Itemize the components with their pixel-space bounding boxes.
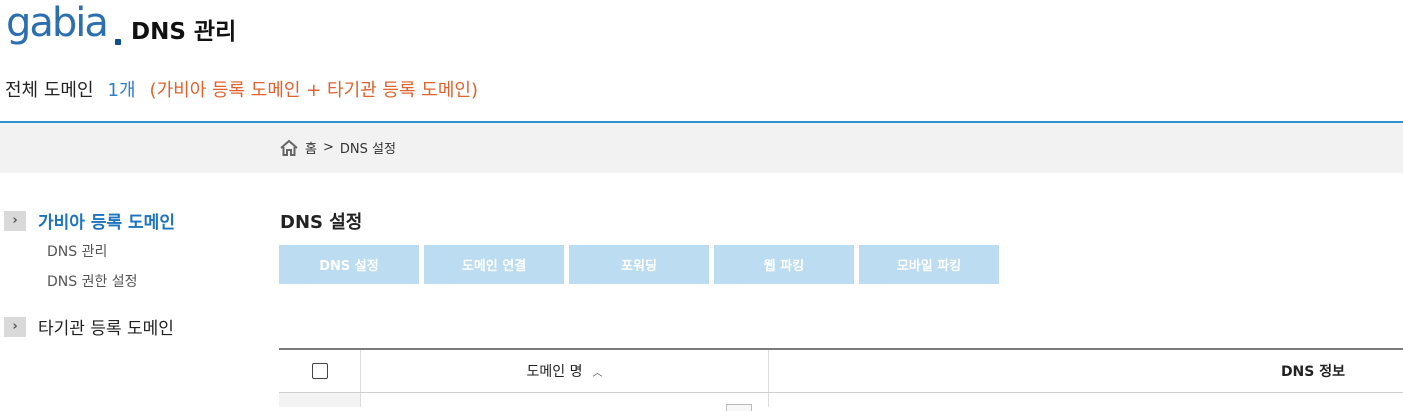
tab-web-parking[interactable]: 웹 파킹 xyxy=(714,245,854,284)
table-row xyxy=(279,393,1403,411)
breadcrumb-current: DNS 설정 xyxy=(339,142,396,157)
sidebar-item-label: 가비아 등록 도메인 xyxy=(38,213,175,233)
breadcrumb: 홈 > DNS 설정 xyxy=(279,138,396,157)
column-domain-name[interactable]: 도메인 명 ︿ xyxy=(361,350,769,392)
select-all-checkbox[interactable] xyxy=(311,363,328,379)
column-label: DNS 정보 xyxy=(1280,364,1345,380)
sidebar-item-other-domains[interactable]: › 타기관 등록 도메인 xyxy=(4,314,175,339)
logo-text: gabia xyxy=(6,0,109,46)
tab-forwarding[interactable]: 포워딩 xyxy=(569,245,709,284)
section-title: DNS 설정 xyxy=(280,212,363,233)
sidebar-subitem-dns-manage[interactable]: DNS 관리 xyxy=(47,241,175,261)
breadcrumb-separator: > xyxy=(322,140,334,155)
sidebar-subitem-dns-permission[interactable]: DNS 권한 설정 xyxy=(47,271,175,291)
row-domain-cell xyxy=(361,393,769,411)
tab-dns-settings[interactable]: DNS 설정 xyxy=(279,245,419,284)
summary-note: (가비아 등록 도메인 + 타기관 등록 도메인) xyxy=(149,80,478,101)
breadcrumb-home[interactable]: 홈 xyxy=(305,138,317,157)
domain-table: 도메인 명 ︿ DNS 정보 xyxy=(279,348,1403,411)
tab-domain-connect[interactable]: 도메인 연결 xyxy=(424,245,564,284)
breadcrumb-bar xyxy=(0,123,1403,173)
home-icon[interactable] xyxy=(279,139,299,157)
sidebar-item-gabia-domains[interactable]: › 가비아 등록 도메인 xyxy=(4,208,175,233)
logo-dot xyxy=(115,39,121,45)
chevron-right-icon: › xyxy=(4,316,26,337)
sidebar-item-label: 타기관 등록 도메인 xyxy=(38,319,174,339)
select-all-cell xyxy=(279,350,361,392)
domain-summary: 전체 도메인 1개 (가비아 등록 도메인 + 타기관 등록 도메인) xyxy=(5,76,478,102)
column-dns-info: DNS 정보 xyxy=(769,350,1403,392)
summary-count[interactable]: 1개 xyxy=(108,80,136,101)
tab-mobile-parking[interactable]: 모바일 파킹 xyxy=(859,245,999,284)
row-control[interactable] xyxy=(726,404,752,411)
tab-bar: DNS 설정 도메인 연결 포워딩 웹 파킹 모바일 파킹 xyxy=(279,245,1004,284)
table-header: 도메인 명 ︿ DNS 정보 xyxy=(279,348,1403,393)
row-check-cell xyxy=(279,393,361,407)
sort-up-icon[interactable]: ︿ xyxy=(592,364,602,379)
chevron-right-icon: › xyxy=(4,210,26,231)
column-label: 도메인 명 xyxy=(526,364,583,380)
page-title: DNS 관리 xyxy=(131,19,237,45)
sidebar: › 가비아 등록 도메인 DNS 관리 DNS 권한 설정 › 타기관 등록 도… xyxy=(4,208,175,339)
summary-label: 전체 도메인 xyxy=(5,80,94,101)
